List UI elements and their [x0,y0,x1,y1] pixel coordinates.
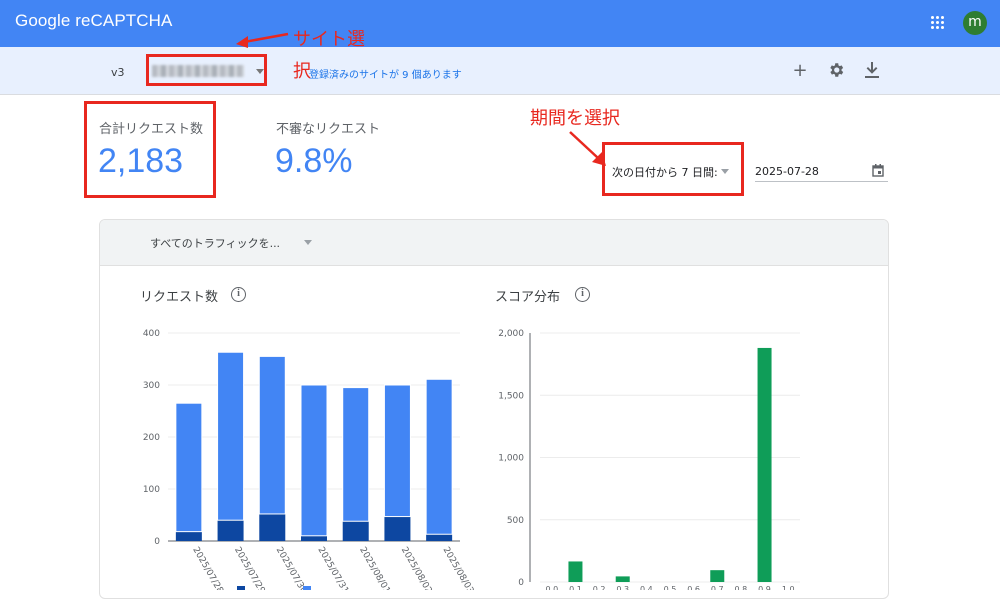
chevron-down-icon [304,240,312,245]
charts-panel: すべてのトラフィックを... リクエスト数 i スコア分布 i 0 100 200 3… [99,219,889,599]
period-select-annotation: 期間を選択 [530,108,620,129]
bar-segment [258,355,286,515]
info-icon[interactable]: i [231,287,246,302]
y-tick-label: 1,500 [498,391,524,401]
bar [710,570,725,582]
bar-segment [383,384,411,518]
start-date-field[interactable]: 2025-07-28 [755,160,888,182]
download-icon[interactable] [862,61,882,81]
avatar[interactable]: m [963,11,987,35]
requests-chart-title: リクエスト数 [140,290,219,305]
bar-segment [217,520,244,541]
x-tick-label: 2025/07/30 [274,546,309,591]
suspicious-requests-value: 9.8% [275,142,353,180]
apps-grid-icon[interactable] [931,16,945,30]
bar-segment [301,535,327,541]
y-tick-label: 2,000 [498,329,524,339]
annotation-arrow [236,32,289,48]
suspicious-requests-label: 不審なリクエスト [276,122,381,137]
site-select-annotation-2: 択 [293,61,311,82]
bar-segment [426,534,453,541]
legend-swatch [303,586,311,590]
bar-segment [342,387,370,522]
site-select-annotation: サイト選 [293,29,365,50]
bar [568,561,583,582]
bar [757,347,772,582]
total-requests-value: 2,183 [98,142,184,180]
total-requests-label: 合計リクエスト数 [99,122,204,137]
traffic-filter-select[interactable]: すべてのトラフィックを... [150,235,280,251]
traffic-filter-bar: すべてのトラフィックを... [100,220,888,266]
x-tick-label: 2025/07/31 [315,546,350,591]
x-tick-label: 2025/07/29 [232,546,267,591]
add-icon[interactable]: + [790,61,810,81]
score-chart-title: スコア分布 [495,290,561,305]
x-tick-label: 2025/07/28 [190,546,225,591]
bar-segment [342,521,369,541]
site-select-highlight [146,54,267,86]
y-tick-label: 1,000 [498,454,524,464]
bar-segment [300,384,328,537]
date-range-select[interactable]: 次の日付から 7 日間: [612,164,718,180]
score-bar-chart: 05001,0001,5002,0000.0 0.1 0.2 0.3 0.4 0.5 0.6… [498,329,800,590]
bar-segment [425,378,453,535]
x-tick-label: 2025/08/01 [357,546,392,591]
info-icon[interactable]: i [575,287,590,302]
y-tick-label: 500 [507,516,524,526]
legend-swatch [237,586,245,590]
y-tick-label: 400 [143,329,160,339]
bar [615,576,630,582]
y-tick-label: 200 [143,433,160,443]
y-tick-label: 0 [518,578,524,588]
x-tick-label: 2025/08/03 [441,546,476,591]
top-app-bar: Google reCAPTCHA m [0,0,1000,47]
bar-segment [175,531,202,541]
bar-segment [217,351,245,521]
version-label: v3 [111,66,125,79]
requests-bar-chart: 01002003004002025/07/28 2025/07/29 2025/07… [143,329,476,591]
calendar-icon[interactable] [872,164,884,177]
registered-sites-link[interactable]: 登録済みのサイトが 9 個あります [309,66,462,81]
bar-segment [259,513,286,541]
app-logo[interactable]: Google reCAPTCHA [15,11,173,31]
x-tick-label: 2025/08/02 [399,546,434,591]
gear-icon[interactable] [826,61,846,81]
y-tick-label: 300 [143,381,160,391]
bar-segment [384,516,411,541]
bar-segment [175,402,203,533]
y-tick-label: 0 [154,537,160,547]
y-tick-label: 100 [143,485,160,495]
start-date-value: 2025-07-28 [755,165,819,178]
chevron-down-icon [721,169,729,174]
